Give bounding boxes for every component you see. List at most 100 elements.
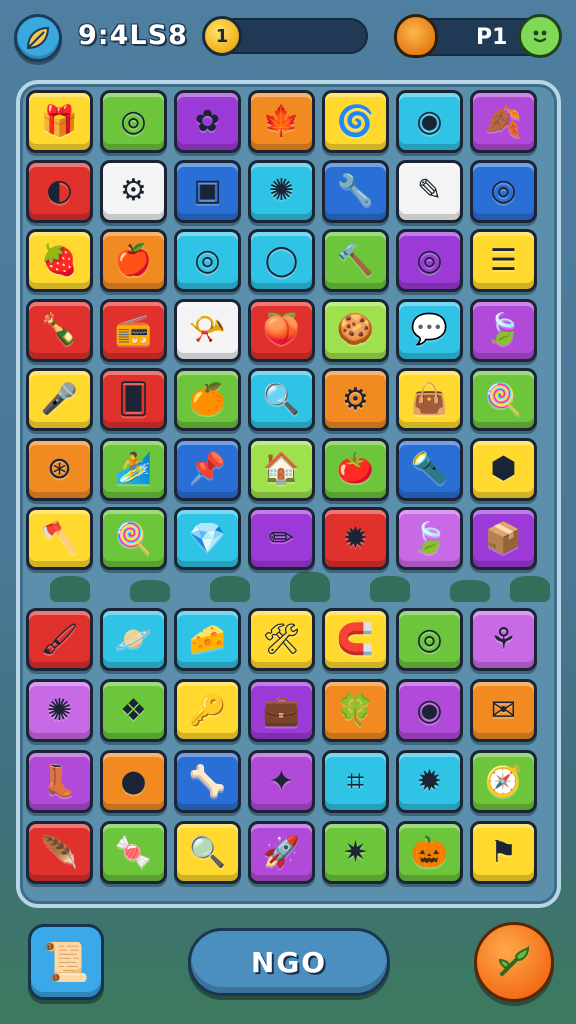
game-tile[interactable]: 🧀 — [174, 608, 241, 671]
bag-icon: 👜 — [410, 381, 449, 417]
game-tile[interactable]: 🪐 — [100, 608, 167, 671]
game-tile[interactable]: 🍭 — [470, 368, 537, 431]
game-tile[interactable]: ◐ — [26, 159, 93, 223]
axe-icon: 🪓 — [40, 520, 79, 556]
game-tile[interactable]: ✺ — [26, 679, 93, 742]
game-tile[interactable]: 🍎 — [100, 229, 167, 292]
game-tile[interactable]: 🂠 — [100, 368, 167, 431]
game-tile[interactable]: ◎ — [470, 159, 537, 223]
game-tile[interactable]: ✷ — [322, 821, 389, 884]
game-tile[interactable]: ✉ — [470, 679, 537, 742]
game-tile[interactable]: 🍓 — [26, 229, 93, 292]
magnifier-icon: 🔍 — [262, 381, 301, 417]
game-tile[interactable]: 🎃 — [396, 821, 463, 884]
game-tile[interactable]: 🍅 — [322, 437, 389, 501]
game-tile[interactable]: ✎ — [396, 159, 463, 223]
game-tile[interactable]: ⬢ — [470, 437, 537, 501]
leaf-icon — [26, 26, 50, 50]
game-tile[interactable]: 📌 — [174, 437, 241, 501]
game-tile[interactable]: 🧲 — [322, 608, 389, 671]
key-icon: 🔑 — [188, 692, 227, 728]
tree-decoration — [450, 580, 490, 602]
game-tile[interactable]: 🍊 — [174, 368, 241, 431]
game-tile[interactable]: ◎ — [174, 229, 241, 292]
green-ring-icon: ◎ — [416, 621, 443, 657]
game-tile[interactable]: 🪓 — [26, 507, 93, 570]
game-tile[interactable]: 🦴 — [174, 750, 241, 813]
hammer-icon: 🔨 — [336, 242, 375, 278]
game-tile[interactable]: 🚀 — [248, 821, 315, 884]
target-icon: ◎ — [490, 173, 517, 208]
game-tile[interactable]: ⚘ — [470, 608, 537, 671]
game-tile[interactable]: 🍭 — [100, 507, 167, 570]
game-tile[interactable]: 👢 — [26, 750, 93, 813]
game-tile[interactable]: 💬 — [396, 298, 463, 362]
game-tile[interactable]: 💼 — [248, 679, 315, 742]
game-tile[interactable]: 👜 — [396, 368, 463, 431]
game-tile[interactable]: ⊛ — [26, 437, 93, 501]
game-tile[interactable]: 🔧 — [322, 159, 389, 223]
game-tile[interactable]: 🍾 — [26, 298, 93, 362]
action-button[interactable] — [474, 922, 554, 1002]
tree-decoration — [290, 572, 330, 602]
menu-button[interactable] — [14, 14, 62, 62]
game-tile[interactable]: 🏠 — [248, 437, 315, 501]
game-tile[interactable]: ◉ — [396, 90, 463, 153]
ring-icon: ◯ — [264, 242, 299, 278]
game-tile[interactable]: 🖌 — [26, 608, 93, 671]
gift-box-icon: 🎁 — [40, 103, 79, 139]
game-tile[interactable]: 📯 — [174, 298, 241, 362]
game-tile[interactable]: ✏ — [248, 507, 315, 570]
game-tile[interactable]: ✺ — [248, 159, 315, 223]
game-tile[interactable]: ◎ — [396, 608, 463, 671]
feather-leaf-icon: 🍃 — [484, 312, 523, 347]
map-button[interactable]: 📜 — [28, 924, 104, 1000]
game-tile[interactable]: 🔍 — [248, 368, 315, 431]
spinning-top-icon: ✦ — [268, 763, 295, 799]
game-tile[interactable]: 🌀 — [322, 90, 389, 153]
game-tile[interactable]: 🪶 — [26, 821, 93, 884]
game-tile[interactable]: 📻 — [100, 298, 167, 362]
game-tile[interactable]: 🔦 — [396, 437, 463, 501]
game-tile[interactable]: ✦ — [248, 750, 315, 813]
game-tile[interactable]: ◎ — [396, 229, 463, 292]
game-tile[interactable]: 🎤 — [26, 368, 93, 431]
profile-button[interactable] — [518, 14, 562, 58]
game-tile[interactable]: 🍁 — [248, 90, 315, 153]
tree-decoration — [210, 576, 250, 602]
game-tile[interactable]: 🔨 — [322, 229, 389, 292]
game-tile[interactable]: 🍀 — [322, 679, 389, 742]
game-tile[interactable]: ◉ — [396, 679, 463, 742]
game-tile[interactable]: ⚙ — [322, 368, 389, 431]
game-tile[interactable]: 🍃 — [396, 507, 463, 570]
game-tile[interactable]: 🍃 — [470, 298, 537, 362]
game-tile[interactable]: 💎 — [174, 507, 241, 570]
game-tile[interactable]: ✹ — [322, 507, 389, 570]
game-tile[interactable]: 🍂 — [470, 90, 537, 153]
game-tile[interactable]: ❖ — [100, 679, 167, 742]
game-tile[interactable]: ◯ — [248, 229, 315, 292]
game-tile[interactable]: ☰ — [470, 229, 537, 292]
game-tile[interactable]: ● — [100, 750, 167, 813]
game-tile[interactable]: 🛠 — [248, 608, 315, 671]
game-tile[interactable]: 🍬 — [100, 821, 167, 884]
planet-icon: 🪐 — [114, 621, 153, 657]
game-tile[interactable]: 🔑 — [174, 679, 241, 742]
game-tile[interactable]: ▣ — [174, 159, 241, 223]
game-tile[interactable]: 🏄 — [100, 437, 167, 501]
game-tile[interactable]: ⚑ — [470, 821, 537, 884]
game-tile[interactable]: ✿ — [174, 90, 241, 153]
center-button[interactable]: NGO — [188, 928, 390, 996]
briefcase-icon: 💼 — [262, 692, 301, 728]
game-tile[interactable]: 🍪 — [322, 298, 389, 362]
game-tile[interactable]: 🔍 — [174, 821, 241, 884]
game-tile[interactable]: 🍑 — [248, 298, 315, 362]
game-tile[interactable]: 🧭 — [470, 750, 537, 813]
game-tile[interactable]: ✹ — [396, 750, 463, 813]
game-tile[interactable]: ⌗ — [322, 750, 389, 813]
game-tile[interactable]: 🎁 — [26, 90, 93, 153]
tools-icon: 🛠 — [262, 621, 301, 657]
game-tile[interactable]: 📦 — [470, 507, 537, 570]
game-tile[interactable]: ⚙ — [100, 159, 167, 223]
game-tile[interactable]: ◎ — [100, 90, 167, 153]
